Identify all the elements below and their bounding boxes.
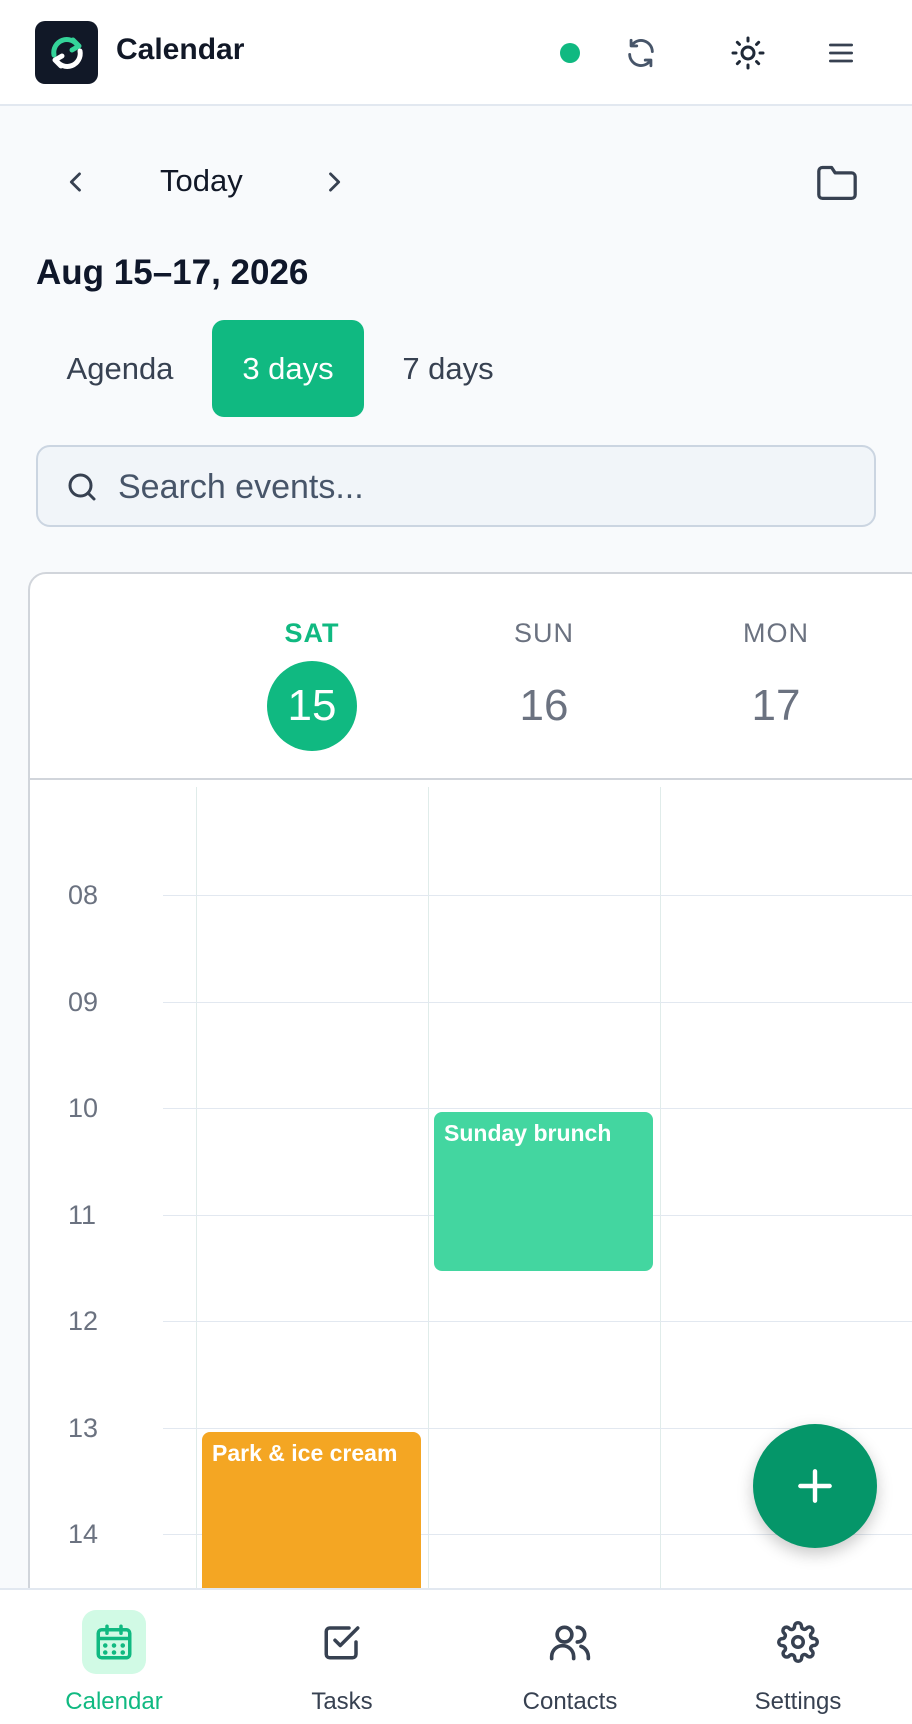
- menu-icon[interactable]: [818, 30, 864, 76]
- day-header-sun[interactable]: SUN 16: [428, 618, 660, 751]
- nav-label: Contacts: [522, 1688, 618, 1715]
- hour-line: [163, 1108, 912, 1109]
- sync-icon[interactable]: [618, 30, 664, 76]
- plus-icon: [798, 1469, 832, 1503]
- tab-3-days[interactable]: 3 days: [212, 320, 364, 417]
- tab-agenda[interactable]: Agenda: [40, 320, 200, 417]
- app-logo-icon: [35, 21, 98, 84]
- day-of-week: SAT: [284, 618, 340, 648]
- date-range-title: Aug 15–17, 2026: [36, 253, 309, 292]
- column-divider: [196, 787, 197, 1670]
- hour-label: 10: [68, 1093, 99, 1123]
- nav-label: Settings: [754, 1688, 842, 1715]
- nav-calendar[interactable]: Calendar: [0, 1590, 228, 1724]
- nav-label: Calendar: [65, 1688, 163, 1715]
- search-icon: [68, 473, 96, 501]
- today-button[interactable]: Today: [160, 163, 243, 199]
- column-divider: [428, 787, 429, 1670]
- search-bar: [36, 445, 876, 527]
- online-status-dot: [560, 43, 580, 63]
- hour-label: 14: [68, 1519, 99, 1549]
- hour-line: [163, 1002, 912, 1003]
- column-divider: [660, 787, 661, 1670]
- gear-icon: [766, 1610, 830, 1674]
- day-number: 17: [751, 681, 801, 730]
- theme-toggle-icon[interactable]: [725, 30, 771, 76]
- hour-label: 12: [68, 1306, 99, 1336]
- hour-label: 13: [68, 1413, 99, 1443]
- hour-line: [163, 895, 912, 896]
- hour-label: 11: [68, 1200, 97, 1230]
- app-title: Calendar: [116, 33, 245, 66]
- next-range-button[interactable]: [309, 157, 359, 207]
- time-grid[interactable]: 08 09 10 11 12 13 14 Sunday brunch Park …: [30, 787, 912, 1670]
- nav-contacts[interactable]: Contacts: [456, 1590, 684, 1724]
- day-number: 15: [267, 661, 357, 751]
- header-divider: [30, 778, 912, 780]
- day-of-week: MON: [743, 618, 809, 648]
- event-sunday-brunch[interactable]: Sunday brunch: [434, 1112, 653, 1271]
- tab-7-days[interactable]: 7 days: [378, 320, 518, 417]
- top-app-bar: Calendar: [0, 0, 912, 106]
- search-input[interactable]: [118, 457, 858, 517]
- checkbox-icon: [310, 1610, 374, 1674]
- contacts-icon: [538, 1610, 602, 1674]
- day-header-mon[interactable]: MON 17: [660, 618, 892, 751]
- previous-range-button[interactable]: [51, 157, 101, 207]
- folder-icon[interactable]: [811, 156, 863, 208]
- day-header-sat[interactable]: SAT 15: [196, 618, 428, 751]
- bottom-navigation: Calendar Tasks Contacts Settings: [0, 1588, 912, 1724]
- nav-settings[interactable]: Settings: [684, 1590, 912, 1724]
- hour-line: [163, 1321, 912, 1322]
- calendar-icon: [82, 1610, 146, 1674]
- day-of-week: SUN: [513, 618, 574, 648]
- day-number: 16: [519, 681, 569, 730]
- add-event-button[interactable]: [753, 1424, 877, 1548]
- nav-tasks[interactable]: Tasks: [228, 1590, 456, 1724]
- hour-label: 08: [68, 880, 99, 910]
- hour-label: 09: [68, 987, 99, 1017]
- nav-label: Tasks: [311, 1688, 373, 1715]
